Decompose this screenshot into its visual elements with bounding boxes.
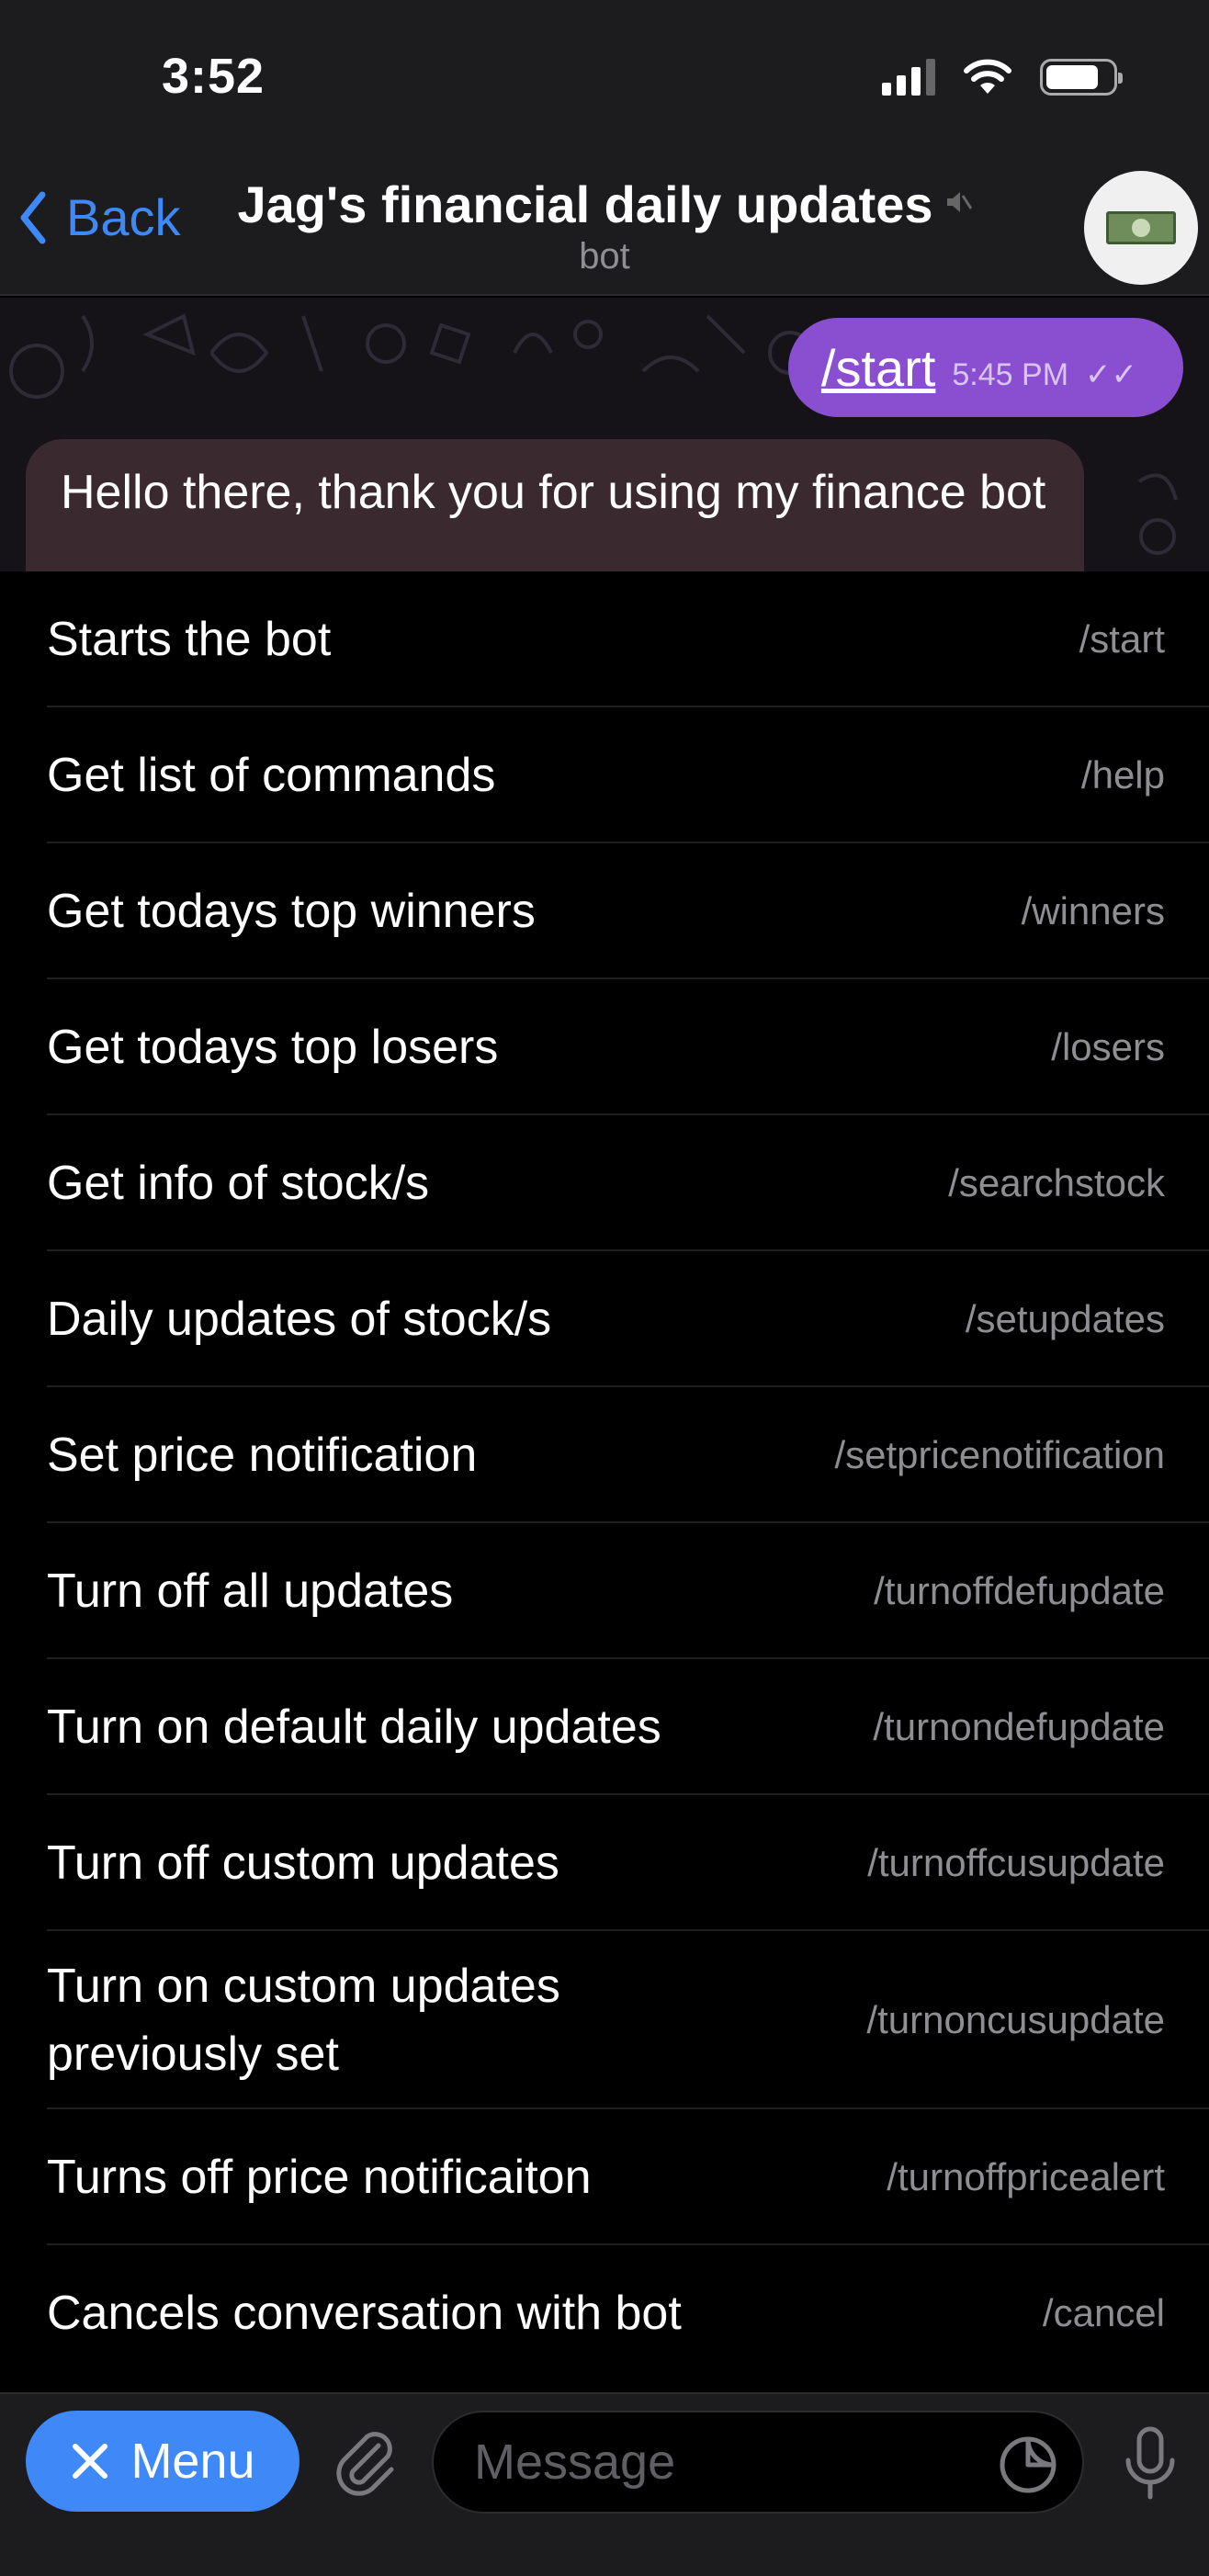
command-row[interactable]: Get info of stock/s/searchstock	[0, 1115, 1209, 1251]
command-row[interactable]: Get todays top losers/losers	[0, 979, 1209, 1115]
command-row[interactable]: Turn off custom updates/turnoffcusupdate	[0, 1795, 1209, 1931]
signal-icon	[882, 59, 935, 96]
command-description: Turn on default daily updates	[47, 1700, 661, 1754]
attach-icon[interactable]	[331, 2429, 401, 2499]
command-row[interactable]: Turn on default daily updates/turnondefu…	[0, 1659, 1209, 1795]
command-row[interactable]: Turn off all updates/turnoffdefupdate	[0, 1523, 1209, 1659]
command-name: /start	[1079, 617, 1165, 661]
menu-label: Menu	[130, 2434, 255, 2489]
command-name: /turnoffdefupdate	[874, 1569, 1165, 1612]
command-description: Cancels conversation with bot	[47, 2287, 682, 2340]
status-time: 3:52	[162, 49, 266, 104]
command-description: Get todays top winners	[47, 885, 536, 938]
command-name: /setpricenotification	[834, 1433, 1165, 1476]
command-row[interactable]: Cancels conversation with bot/cancel	[0, 2245, 1209, 2381]
bot-avatar[interactable]	[1084, 171, 1198, 285]
status-icons	[882, 59, 1123, 96]
command-description: Turn on custom updates previously set	[47, 1960, 560, 2081]
command-name: /help	[1080, 753, 1165, 797]
input-bar: Menu	[0, 2392, 1209, 2576]
command-row[interactable]: Get todays top winners/winners	[0, 843, 1209, 979]
command-description: Get info of stock/s	[47, 1157, 430, 1210]
command-name: /turnoncusupdate	[866, 1998, 1165, 2041]
close-icon	[73, 2444, 108, 2479]
command-description: Get list of commands	[47, 749, 496, 802]
outgoing-message-text[interactable]: /start	[821, 338, 935, 398]
command-name: /turnondefupdate	[873, 1705, 1165, 1748]
message-time: 5:45 PM	[952, 356, 1069, 392]
incoming-message-bubble: Hello there, thank you for using my fina…	[26, 439, 1084, 571]
dollar-bill-icon	[1106, 211, 1176, 244]
chat-title: Jag's financial daily updates	[237, 175, 933, 233]
outgoing-message-bubble[interactable]: /start 5:45 PM ✓✓	[787, 318, 1183, 417]
command-name: /turnoffcusupdate	[867, 1841, 1165, 1884]
command-description: Turns off price notificaiton	[47, 2151, 592, 2204]
chat-subtitle: bot	[579, 236, 630, 277]
command-description: Daily updates of stock/s	[47, 1293, 552, 1346]
command-description: Turn off all updates	[47, 1565, 454, 1618]
command-description: Set price notification	[47, 1429, 478, 1482]
message-input[interactable]	[432, 2411, 1084, 2514]
menu-button[interactable]: Menu	[26, 2411, 299, 2512]
command-description: Get todays top losers	[47, 1021, 499, 1074]
command-name: /turnoffpricealert	[887, 2155, 1165, 2198]
command-row[interactable]: Starts the bot/start	[0, 571, 1209, 707]
read-ticks-icon: ✓✓	[1085, 357, 1137, 392]
command-row[interactable]: Turns off price notificaiton/turnoffpric…	[0, 2109, 1209, 2245]
chat-title-block[interactable]: Jag's financial daily updates bot	[0, 175, 1209, 277]
sticker-icon[interactable]	[998, 2435, 1058, 2495]
wifi-icon	[964, 59, 1011, 94]
incoming-message-text: Hello there, thank you for using my fina…	[61, 466, 1046, 519]
muted-speaker-icon	[944, 186, 972, 224]
command-name: /losers	[1051, 1025, 1165, 1068]
chat-area: /start 5:45 PM ✓✓ Hello there, thank you…	[0, 298, 1209, 571]
bot-commands-list: Starts the bot/start Get list of commands…	[0, 571, 1209, 2392]
battery-icon	[1040, 59, 1123, 96]
command-row[interactable]: Set price notification/setpricenotificat…	[0, 1387, 1209, 1523]
command-name: /winners	[1021, 889, 1165, 932]
command-row[interactable]: Daily updates of stock/s/setupdates	[0, 1251, 1209, 1387]
microphone-icon[interactable]	[1121, 2425, 1180, 2503]
top-bar: 3:52 Back Jag's financial daily updates …	[0, 0, 1209, 296]
command-name: /searchstock	[948, 1161, 1165, 1204]
command-row[interactable]: Turn on custom updates previously set/tu…	[0, 1931, 1209, 2109]
command-row[interactable]: Get list of commands/help	[0, 707, 1209, 843]
command-name: /setupdates	[965, 1297, 1165, 1340]
command-description: Starts the bot	[47, 613, 332, 666]
command-description: Turn off custom updates	[47, 1836, 559, 1890]
command-name: /cancel	[1042, 2291, 1165, 2334]
